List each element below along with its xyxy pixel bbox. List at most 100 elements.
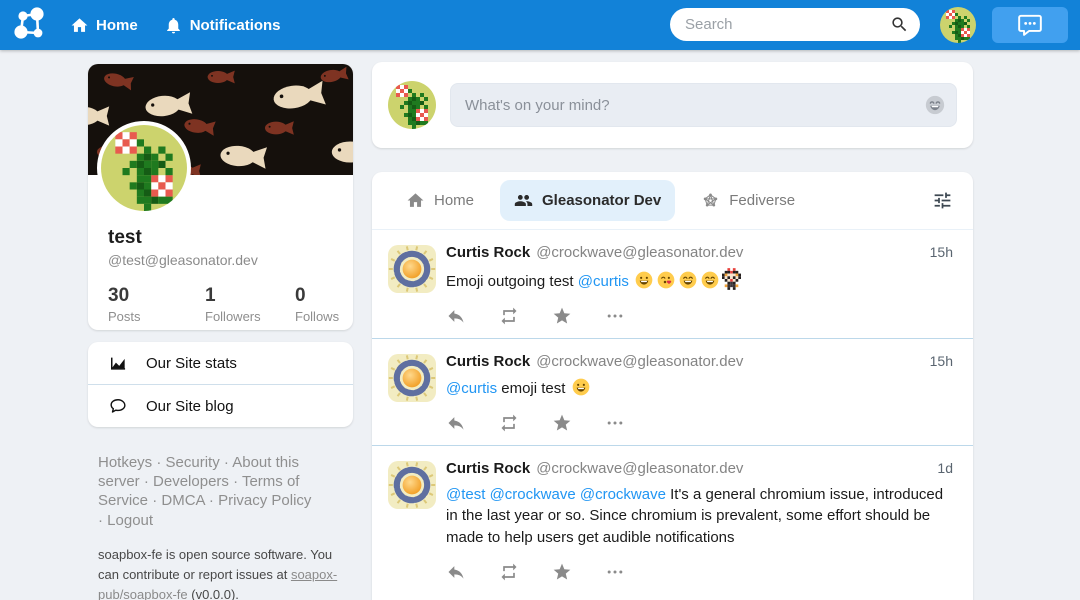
post-author-handle[interactable]: @crockwave@gleasonator.dev	[536, 353, 743, 370]
profile-card: test @test@gleasonator.dev 30 Posts 1 Fo…	[88, 64, 353, 330]
post-timestamp[interactable]: 15h	[930, 353, 953, 369]
tab-label: Gleasonator Dev	[542, 192, 661, 209]
repost-icon	[499, 562, 519, 582]
soapbox-logo-icon[interactable]	[10, 5, 50, 45]
user-avatar[interactable]	[940, 7, 976, 43]
favourite-button[interactable]	[552, 562, 572, 582]
mention-link[interactable]: @test	[446, 486, 485, 503]
more-button[interactable]	[605, 306, 625, 326]
emoji-picker-icon[interactable]	[923, 94, 945, 116]
footer-links: Hotkeys · Security · About this server ·…	[98, 453, 316, 530]
reply-icon	[446, 306, 466, 326]
sidebar-item-label: Our Site stats	[146, 355, 237, 372]
emoji-beam-icon	[678, 270, 698, 290]
repost-icon	[499, 413, 519, 433]
post-author-name[interactable]: Curtis Rock	[446, 353, 530, 370]
search-box	[670, 8, 920, 41]
post-list: Curtis Rock @crockwave@gleasonator.dev 1…	[372, 230, 973, 594]
more-icon	[605, 306, 625, 326]
reply-button[interactable]	[446, 413, 466, 433]
post-author-name[interactable]: Curtis Rock	[446, 460, 530, 477]
stat-followers[interactable]: 1 Followers	[205, 285, 295, 324]
post-actions	[446, 306, 953, 326]
footer-version-text: (v0.0.0).	[188, 587, 239, 600]
profile-stats: 30 Posts 1 Followers 0 Follows	[108, 285, 353, 324]
home-icon	[406, 191, 425, 210]
profile-avatar[interactable]	[97, 121, 191, 215]
emoji-grin-icon	[634, 270, 654, 290]
reply-button[interactable]	[446, 562, 466, 582]
compose-input[interactable]	[450, 83, 957, 127]
favourite-icon	[552, 413, 572, 433]
post-actions	[446, 413, 953, 433]
tab-gleasonator-dev[interactable]: Gleasonator Dev	[500, 180, 675, 221]
sidebar-item-site-stats[interactable]: Our Site stats	[88, 342, 353, 384]
repost-button[interactable]	[499, 413, 519, 433]
mention-link[interactable]: @curtis	[446, 380, 497, 397]
repost-button[interactable]	[499, 562, 519, 582]
tab-fediverse[interactable]: Fediverse	[687, 180, 809, 221]
mention-link[interactable]: @curtis	[578, 273, 629, 290]
post-author-name[interactable]: Curtis Rock	[446, 244, 530, 261]
main-column: Home Gleasonator Dev Fediverse	[372, 62, 973, 600]
repost-button[interactable]	[499, 306, 519, 326]
tab-label: Home	[434, 192, 474, 209]
mention-link[interactable]: @crockwave	[490, 486, 576, 503]
post-author-avatar[interactable]	[388, 461, 436, 509]
footer-link[interactable]: Developers	[153, 473, 229, 490]
more-icon	[605, 413, 625, 433]
profile-display-name[interactable]: test	[108, 227, 353, 249]
footer-link[interactable]: Hotkeys	[98, 454, 152, 471]
footer-link[interactable]: Security	[166, 454, 220, 471]
speech-bubble-icon	[108, 396, 128, 416]
emoji-beam-icon	[924, 94, 946, 116]
reply-icon	[446, 562, 466, 582]
stat-posts[interactable]: 30 Posts	[108, 285, 205, 324]
chat-bubble-icon	[1017, 12, 1043, 38]
home-icon	[70, 16, 89, 35]
compose-field	[450, 83, 957, 127]
chat-button[interactable]	[992, 7, 1068, 43]
post-content: Emoji outgoing test @curtis	[446, 268, 953, 293]
reply-button[interactable]	[446, 306, 466, 326]
post-author-avatar[interactable]	[388, 354, 436, 402]
reply-icon	[446, 413, 466, 433]
timeline-panel: Home Gleasonator Dev Fediverse	[372, 172, 973, 600]
favourite-icon	[552, 306, 572, 326]
sidebar-footer: Hotkeys · Security · About this server ·…	[98, 453, 316, 600]
timeline-post: Curtis Rock @crockwave@gleasonator.dev 1…	[372, 230, 973, 339]
custom-emoji-icon	[722, 268, 741, 290]
emoji-grin-icon	[571, 377, 591, 397]
favourite-button[interactable]	[552, 413, 572, 433]
post-timestamp[interactable]: 1d	[937, 460, 953, 476]
profile-handle: @test@gleasonator.dev	[108, 252, 353, 268]
group-icon	[514, 191, 533, 210]
compose-card	[372, 62, 973, 148]
nav-notifications-label: Notifications	[190, 17, 281, 34]
footer-link[interactable]: Privacy Policy	[218, 492, 311, 509]
search-input[interactable]	[670, 8, 920, 41]
nav-home[interactable]: Home	[70, 16, 138, 35]
post-author-handle[interactable]: @crockwave@gleasonator.dev	[536, 244, 743, 261]
compose-avatar[interactable]	[388, 81, 436, 129]
emoji-beam-icon	[700, 270, 720, 290]
more-button[interactable]	[605, 413, 625, 433]
mention-link[interactable]: @crockwave	[580, 486, 666, 503]
post-timestamp[interactable]: 15h	[930, 244, 953, 260]
search-icon[interactable]	[890, 15, 909, 34]
bell-icon	[164, 16, 183, 35]
footer-link[interactable]: Logout	[107, 512, 153, 529]
post-content: @curtis emoji test	[446, 377, 953, 400]
fediverse-icon	[701, 191, 720, 210]
nav-notifications[interactable]: Notifications	[164, 16, 281, 35]
tune-filter-icon[interactable]	[932, 190, 953, 211]
stat-follows[interactable]: 0 Follows	[295, 285, 353, 324]
more-button[interactable]	[605, 562, 625, 582]
post-author-avatar[interactable]	[388, 245, 436, 293]
footer-about: soapbox-fe is open source software. You …	[98, 545, 348, 600]
favourite-button[interactable]	[552, 306, 572, 326]
tab-home[interactable]: Home	[392, 180, 488, 221]
post-author-handle[interactable]: @crockwave@gleasonator.dev	[536, 460, 743, 477]
sidebar-item-site-blog[interactable]: Our Site blog	[88, 385, 353, 427]
footer-link[interactable]: DMCA	[161, 492, 204, 509]
